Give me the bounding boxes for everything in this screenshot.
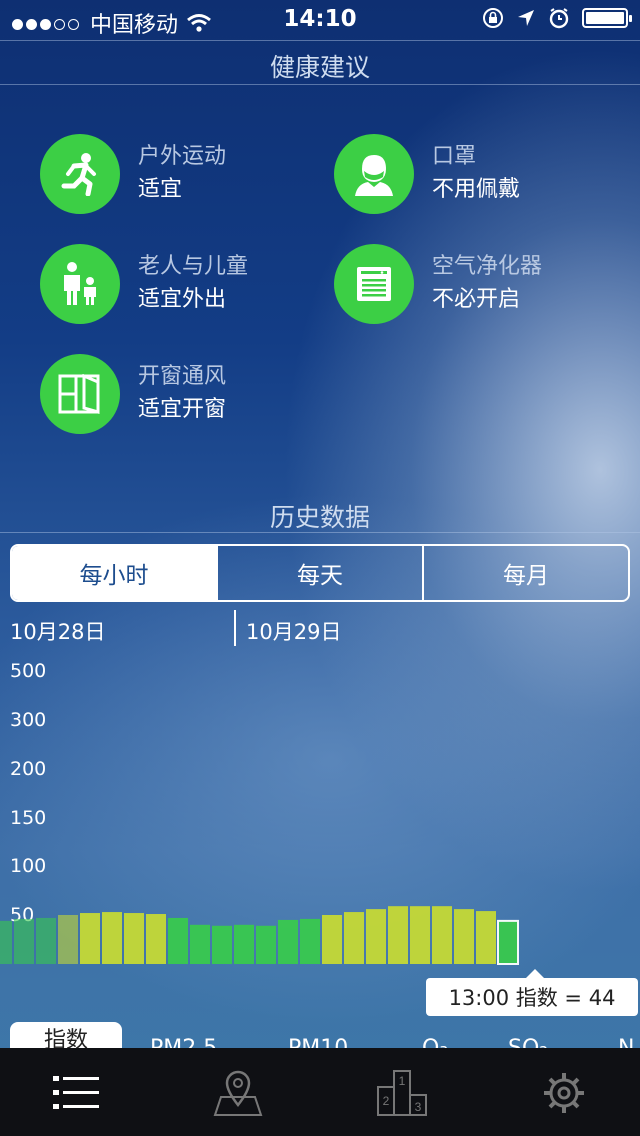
advice-value: 不用佩戴: [432, 177, 521, 202]
podium-icon: 12 3: [377, 1070, 427, 1116]
chart-bar[interactable]: [234, 924, 254, 964]
advice-label: 开窗通风: [138, 364, 227, 389]
advice-label: 口罩: [432, 144, 477, 169]
advice-label: 户外运动: [138, 144, 227, 169]
running-person-icon: [40, 134, 120, 214]
bottom-tab-bar: 12 3: [0, 1048, 640, 1136]
chart-bar[interactable]: [14, 918, 34, 964]
chart-bar[interactable]: [0, 920, 12, 964]
list-icon: [53, 1076, 99, 1109]
svg-text:3: 3: [415, 1100, 422, 1114]
chart-bar[interactable]: [36, 917, 56, 964]
advice-ventilation: 开窗通风 适宜开窗: [40, 354, 226, 434]
history-section-title: 历史数据: [269, 503, 370, 532]
chart-bar[interactable]: [102, 912, 122, 964]
chart-bar[interactable]: [58, 915, 78, 964]
alarm-clock-icon: [549, 8, 569, 29]
chart-bar[interactable]: [300, 918, 320, 964]
chart-bar[interactable]: [322, 915, 342, 964]
advice-value: 适宜: [138, 177, 183, 202]
chart-bar[interactable]: [168, 917, 188, 964]
rotation-lock-icon: [483, 8, 503, 28]
map-pin-icon: [213, 1070, 263, 1116]
chart-bar[interactable]: [80, 913, 100, 964]
svg-text:1: 1: [399, 1074, 406, 1088]
history-title-divider: [0, 532, 640, 533]
tab-daily[interactable]: 每天: [216, 546, 422, 600]
advice-mask: 口罩 不用佩戴: [334, 134, 520, 214]
chart-bar[interactable]: [497, 919, 519, 966]
period-tabs: 每小时 每天 每月: [10, 544, 630, 602]
ranking-tab[interactable]: 12 3: [372, 1066, 432, 1120]
map-tab[interactable]: [208, 1066, 268, 1120]
health-title-divider: [0, 84, 640, 85]
health-section-title: 健康建议: [269, 53, 370, 82]
window-icon: [40, 354, 120, 434]
advice-label: 空气净化器: [432, 254, 543, 279]
chart-bar[interactable]: [366, 909, 386, 964]
gear-icon: [544, 1073, 584, 1113]
battery-icon: [582, 8, 632, 28]
advice-value: 适宜外出: [138, 287, 227, 312]
advice-value: 适宜开窗: [138, 397, 227, 422]
tab-hourly[interactable]: 每小时: [12, 546, 216, 600]
chart-bar[interactable]: [344, 912, 364, 964]
advice-label: 老人与儿童: [138, 254, 249, 279]
settings-tab[interactable]: [534, 1066, 594, 1120]
air-purifier-icon: [334, 244, 414, 324]
chart-bar[interactable]: [454, 909, 474, 964]
chart-bar[interactable]: [212, 925, 232, 964]
advice-air-purifier: 空气净化器 不必开启: [334, 244, 542, 324]
chart-bar[interactable]: [146, 914, 166, 964]
list-tab[interactable]: [46, 1066, 106, 1120]
chart-bar[interactable]: [256, 925, 276, 964]
advice-elderly-children: 老人与儿童 适宜外出: [40, 244, 248, 324]
bar-tooltip: 13:00 指数 = 44: [426, 969, 638, 1016]
chart-bar[interactable]: [124, 913, 144, 964]
advice-value: 不必开启: [432, 287, 521, 312]
status-divider: [0, 40, 640, 41]
chart-bar[interactable]: [410, 906, 430, 964]
chart-bar[interactable]: [432, 906, 452, 964]
mask-face-icon: [334, 134, 414, 214]
advice-outdoor-exercise: 户外运动 适宜: [40, 134, 226, 214]
aqi-bar-chart[interactable]: [0, 640, 640, 970]
elderly-child-icon: [40, 244, 120, 324]
chart-bar[interactable]: [388, 906, 408, 964]
tab-monthly[interactable]: 每月: [422, 546, 628, 600]
location-arrow-icon: [518, 10, 534, 26]
status-bar: 中国移动 14:10: [0, 0, 640, 40]
svg-text:2: 2: [383, 1094, 390, 1108]
chart-bar[interactable]: [190, 924, 210, 964]
chart-bar[interactable]: [278, 919, 298, 964]
chart-bar[interactable]: [476, 911, 496, 964]
